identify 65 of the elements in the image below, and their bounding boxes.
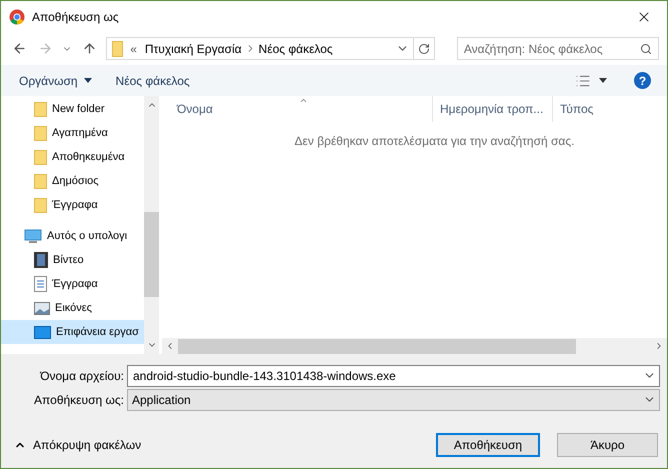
- tree-item[interactable]: Αγαπημένα: [1, 121, 144, 145]
- folder-icon: [34, 174, 47, 188]
- forward-arrow-icon: [38, 41, 54, 56]
- caret-icon: [599, 78, 607, 83]
- monitor-icon: [24, 228, 42, 244]
- tree-item-label: Εικόνες: [55, 300, 92, 316]
- cancel-button[interactable]: Άκυρο: [557, 433, 658, 457]
- tree-item[interactable]: Επιφάνεια εργασ: [1, 320, 144, 344]
- folder-icon: [34, 198, 47, 212]
- horizontal-scrollbar[interactable]: [162, 338, 667, 354]
- tree-item-label: Δημόσιος: [52, 174, 99, 189]
- tree-item-label: Βίντεο: [53, 252, 84, 268]
- empty-message: Δεν βρέθηκαν αποτελέσματα για την αναζήτησή σας.: [294, 133, 574, 148]
- tree-item[interactable]: Δημόσιος: [1, 169, 144, 193]
- tree-item-label: Έγγραφα: [52, 276, 98, 292]
- help-button[interactable]: ?: [634, 72, 651, 89]
- folder-icon: [34, 126, 47, 140]
- film-icon: [34, 252, 48, 268]
- column-header[interactable]: Τύπος: [553, 96, 623, 122]
- save-type-value: Application: [132, 392, 192, 408]
- vertical-scrollbar[interactable]: [144, 96, 159, 354]
- breadcrumb[interactable]: Πτυχιακή Εργασία: [144, 40, 242, 58]
- folder-icon: [34, 102, 47, 116]
- file-name-field[interactable]: android-studio-bundle-143.3101438-windows.exe: [127, 364, 660, 386]
- breadcrumb[interactable]: Νέος φάκελος: [258, 40, 333, 58]
- save-type-dropdown[interactable]: Application: [127, 388, 660, 410]
- search-field[interactable]: Αναζήτηση: Νέος φάκελος: [456, 37, 659, 60]
- hide-folders-button[interactable]: Απόκρυψη φακέλων: [6, 434, 142, 456]
- tree-item[interactable]: Βίντεο: [1, 248, 144, 272]
- folder-icon: [34, 150, 47, 164]
- tree-item-label: Επιφάνεια εργασ: [56, 324, 139, 340]
- folder-icon: [112, 40, 124, 56]
- scrollbar-thumb[interactable]: [178, 338, 576, 354]
- tree-item[interactable]: New folder: [1, 97, 144, 121]
- tree-item[interactable]: Αποθηκευμένα: [1, 145, 144, 169]
- tree-item-label: Αυτός ο υπολογι: [47, 228, 128, 244]
- address-bar[interactable]: « Πτυχιακή Εργασία Νέος φάκελος: [106, 37, 435, 60]
- scrollbar-thumb[interactable]: [144, 212, 159, 297]
- document-icon: [34, 276, 47, 292]
- tree-item-label: Έγγραφα: [52, 198, 98, 213]
- column-header[interactable]: Όνομα: [162, 96, 433, 122]
- organize-button[interactable]: Οργάνωση: [11, 68, 100, 92]
- tree-item-label: Αποθηκευμένα: [52, 150, 125, 165]
- window-title: Αποθήκευση ως: [32, 8, 120, 26]
- tree-item-label: Αγαπημένα: [52, 126, 108, 141]
- picture-icon: [34, 302, 50, 314]
- column-header[interactable]: Ημερομηνία τροπ...: [433, 96, 553, 122]
- sort-indicator-icon: [299, 96, 308, 105]
- refresh-icon[interactable]: [418, 42, 430, 54]
- tree-item[interactable]: Αυτός ο υπολογι: [1, 224, 144, 248]
- tree-item-label: New folder: [52, 102, 105, 117]
- desktop-icon: [34, 326, 51, 338]
- tree-item[interactable]: Εικόνες: [1, 296, 144, 320]
- search-input[interactable]: Αναζήτηση: Νέος φάκελος: [464, 40, 640, 58]
- caret-icon: [84, 78, 92, 83]
- field-label: Αποθήκευση ως:: [33, 392, 124, 408]
- overflow-chevrons[interactable]: «: [130, 40, 137, 58]
- field-label: Όνομα αρχείου:: [38, 368, 124, 384]
- tree-item[interactable]: Έγγραφα: [1, 193, 144, 217]
- tree-item[interactable]: Έγγραφα: [1, 272, 144, 296]
- app-logo-icon: [9, 8, 25, 24]
- search-icon: [640, 42, 652, 54]
- file-name-value: android-studio-bundle-143.3101438-windows.exe: [133, 368, 397, 384]
- new-folder-button[interactable]: Νέος φάκελος: [102, 68, 203, 92]
- save-button[interactable]: Αποθήκευση: [436, 433, 540, 457]
